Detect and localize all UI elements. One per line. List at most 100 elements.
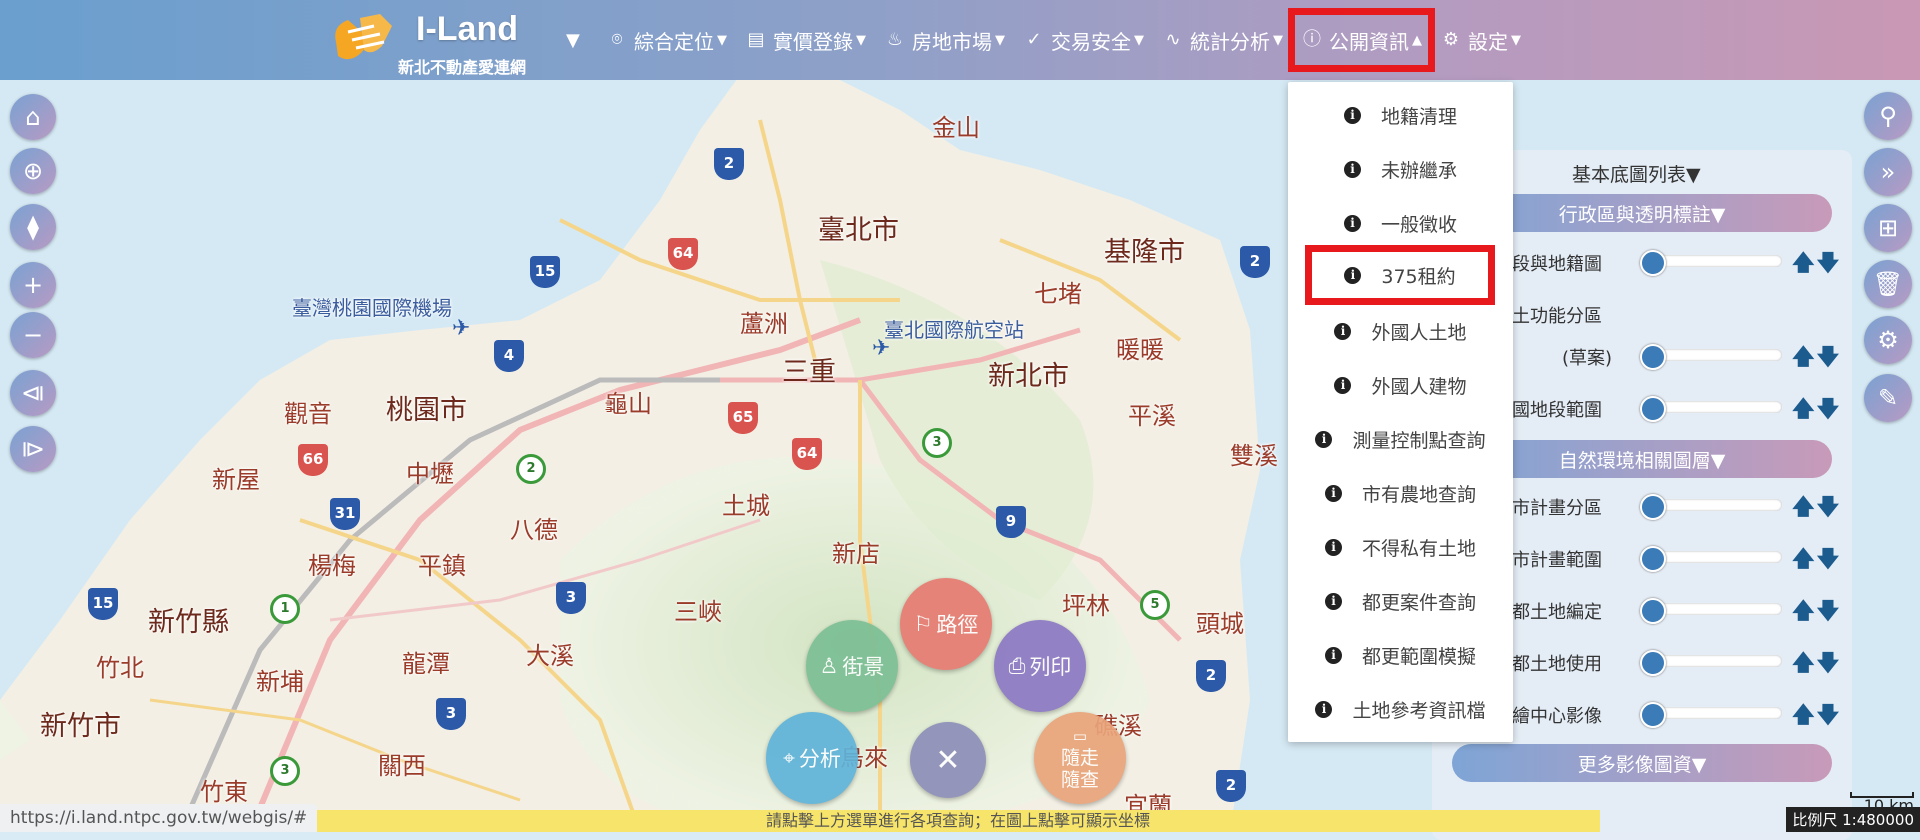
place-label: 八德 bbox=[510, 516, 558, 544]
zoom-out-button[interactable]: − bbox=[10, 312, 56, 358]
slider-knob[interactable] bbox=[1640, 344, 1666, 370]
slider-knob[interactable] bbox=[1640, 598, 1666, 624]
dropdown-item[interactable]: i 地籍清理 bbox=[1288, 92, 1513, 138]
info-icon: i bbox=[1324, 592, 1342, 610]
place-label: 大溪 bbox=[526, 642, 574, 670]
compass-button[interactable]: ⧫ bbox=[10, 204, 56, 250]
opacity-slider[interactable] bbox=[1640, 650, 1782, 676]
add-layer-button[interactable]: ⊞ bbox=[1864, 204, 1912, 252]
menu-real-estate-market[interactable]: ♨ 房地市場 ▼ bbox=[878, 15, 1011, 65]
dropdown-item-label: 一般徵收 bbox=[1380, 213, 1457, 236]
provincial-road-icon: 1 bbox=[270, 594, 300, 624]
tools-settings-button[interactable]: ⚙ bbox=[1864, 316, 1912, 364]
dropdown-item-label: 地籍清理 bbox=[1380, 105, 1457, 128]
close-icon: ✕ bbox=[935, 742, 961, 778]
streetview-button[interactable]: ♙ 街景 bbox=[806, 620, 898, 712]
menu-positioning[interactable]: ⌾ 綜合定位 ▼ bbox=[600, 15, 733, 65]
menu-public-information[interactable]: ⓘ 公開資訊 ▲ bbox=[1288, 8, 1435, 72]
map-pin-icon: ⌖ bbox=[783, 745, 795, 770]
layer-order-arrows-icon[interactable]: 🡅🡇 bbox=[1792, 340, 1841, 378]
walk-query-label-line1: 隨走 bbox=[1060, 747, 1099, 769]
dropdown-item[interactable]: i 不得私有土地 bbox=[1288, 524, 1513, 570]
opacity-slider[interactable] bbox=[1640, 344, 1782, 370]
dropdown-item-375-lease[interactable]: i 375租約 bbox=[1305, 245, 1495, 305]
slider-knob[interactable] bbox=[1640, 702, 1666, 728]
provincial-road-icon: 3 bbox=[922, 428, 952, 458]
highway-shield-icon: 15 bbox=[530, 256, 560, 288]
opacity-slider[interactable] bbox=[1640, 396, 1782, 422]
menu-settings[interactable]: ⚙ 設定 ▼ bbox=[1434, 15, 1527, 65]
place-label: 雙溪 bbox=[1230, 442, 1278, 470]
menu-price-registration[interactable]: ▤ 實價登錄 ▼ bbox=[739, 15, 872, 65]
menu-label: 實價登錄 bbox=[773, 29, 853, 54]
gears-icon: ⚙ bbox=[1877, 326, 1899, 354]
layer-group-more-imagery[interactable]: 更多影像圖資▼ bbox=[1452, 744, 1832, 782]
locate-button[interactable]: ⊕ bbox=[10, 148, 56, 194]
dropdown-item[interactable]: i 未辦繼承 bbox=[1288, 146, 1513, 192]
place-label: 觀音 bbox=[284, 400, 332, 428]
menu-label: 統計分析 bbox=[1190, 29, 1270, 54]
dropdown-item[interactable]: i 測量控制點查詢 bbox=[1288, 416, 1513, 462]
layer-order-arrows-icon[interactable]: 🡅🡇 bbox=[1792, 698, 1841, 736]
slider-knob[interactable] bbox=[1640, 494, 1666, 520]
expand-panel-button[interactable]: » bbox=[1864, 148, 1912, 196]
app-logo[interactable]: I-Land 新北不動產愛連網 bbox=[330, 8, 550, 77]
dropdown-item[interactable]: i 市有農地查詢 bbox=[1288, 470, 1513, 516]
search-button[interactable]: ⚲ bbox=[1864, 92, 1912, 140]
menu-transaction-safety[interactable]: ✓ 交易安全 ▼ bbox=[1017, 15, 1150, 65]
draw-button[interactable]: ✎ bbox=[1864, 374, 1912, 422]
place-label: 楊梅 bbox=[308, 552, 356, 580]
layer-order-arrows-icon[interactable]: 🡅🡇 bbox=[1792, 646, 1841, 684]
place-label: 平溪 bbox=[1128, 402, 1176, 430]
slider-knob[interactable] bbox=[1640, 650, 1666, 676]
search-icon: ⚲ bbox=[1879, 102, 1897, 130]
airport-label: 臺北國際航空站 bbox=[884, 318, 1024, 342]
previous-extent-button[interactable]: ⧏ bbox=[10, 370, 56, 416]
close-fab-button[interactable]: ✕ bbox=[910, 722, 986, 798]
highway-shield-icon: 15 bbox=[88, 588, 118, 620]
slider-knob[interactable] bbox=[1640, 250, 1666, 276]
dropdown-item[interactable]: i 外國人土地 bbox=[1288, 308, 1513, 354]
highway-shield-icon: 2 bbox=[1216, 770, 1246, 802]
walk-query-button[interactable]: ▭ 隨走 隨查 bbox=[1034, 712, 1126, 804]
opacity-slider[interactable] bbox=[1640, 546, 1782, 572]
place-label: 蘆洲 bbox=[740, 310, 788, 338]
opacity-slider[interactable] bbox=[1640, 494, 1782, 520]
opacity-slider[interactable] bbox=[1640, 598, 1782, 624]
layer-order-arrows-icon[interactable]: 🡅🡇 bbox=[1792, 542, 1841, 580]
dropdown-item-label: 外國人建物 bbox=[1371, 375, 1467, 398]
basemap-list-toggle[interactable]: 基本底圖列表▼ bbox=[1572, 160, 1701, 187]
analysis-label: 分析 bbox=[798, 747, 841, 771]
slider-knob[interactable] bbox=[1640, 546, 1666, 572]
layer-order-arrows-icon[interactable]: 🡅🡇 bbox=[1792, 594, 1841, 632]
clear-button[interactable]: 🗑 bbox=[1864, 260, 1912, 308]
place-label: 頭城 bbox=[1196, 610, 1244, 638]
scale-bar: 10 km 比例尺 1:480000 bbox=[1772, 792, 1920, 832]
layer-order-arrows-icon[interactable]: 🡅🡇 bbox=[1792, 246, 1841, 284]
dropdown-item[interactable]: i 都更案件查詢 bbox=[1288, 578, 1513, 624]
plus-square-icon: ⊞ bbox=[1877, 214, 1899, 242]
analysis-button[interactable]: ⌖ 分析 bbox=[766, 712, 858, 804]
home-button[interactable]: ⌂ bbox=[10, 94, 56, 140]
caret-down-icon: ▼ bbox=[1134, 32, 1144, 48]
next-extent-button[interactable]: ⧐ bbox=[10, 426, 56, 472]
caret-down-icon: ▼ bbox=[1273, 32, 1283, 48]
dropdown-item[interactable]: i 外國人建物 bbox=[1288, 362, 1513, 408]
dropdown-item-label: 未辦繼承 bbox=[1380, 159, 1457, 182]
dropdown-item[interactable]: i 都更範圍模擬 bbox=[1288, 632, 1513, 678]
opacity-slider[interactable] bbox=[1640, 702, 1782, 728]
place-label: 新竹市 bbox=[40, 711, 121, 742]
dropdown-item[interactable]: i 一般徵收 bbox=[1288, 200, 1513, 246]
zoom-in-button[interactable]: + bbox=[10, 262, 56, 308]
opacity-slider[interactable] bbox=[1640, 250, 1782, 276]
layer-order-arrows-icon[interactable]: 🡅🡇 bbox=[1792, 392, 1841, 430]
layer-order-arrows-icon[interactable]: 🡅🡇 bbox=[1792, 490, 1841, 528]
menu-statistics[interactable]: ∿ 統計分析 ▼ bbox=[1156, 15, 1289, 65]
nav-toggle-caret-icon[interactable]: ▼ bbox=[566, 30, 580, 51]
pencil-icon: ✎ bbox=[1877, 384, 1899, 412]
route-button[interactable]: ⚐ 路徑 bbox=[900, 578, 992, 670]
dropdown-item[interactable]: i 土地參考資訊檔 bbox=[1288, 686, 1513, 732]
slider-knob[interactable] bbox=[1640, 396, 1666, 422]
print-button[interactable]: ⎙ 列印 bbox=[994, 620, 1086, 712]
place-label: 平鎮 bbox=[418, 552, 466, 580]
